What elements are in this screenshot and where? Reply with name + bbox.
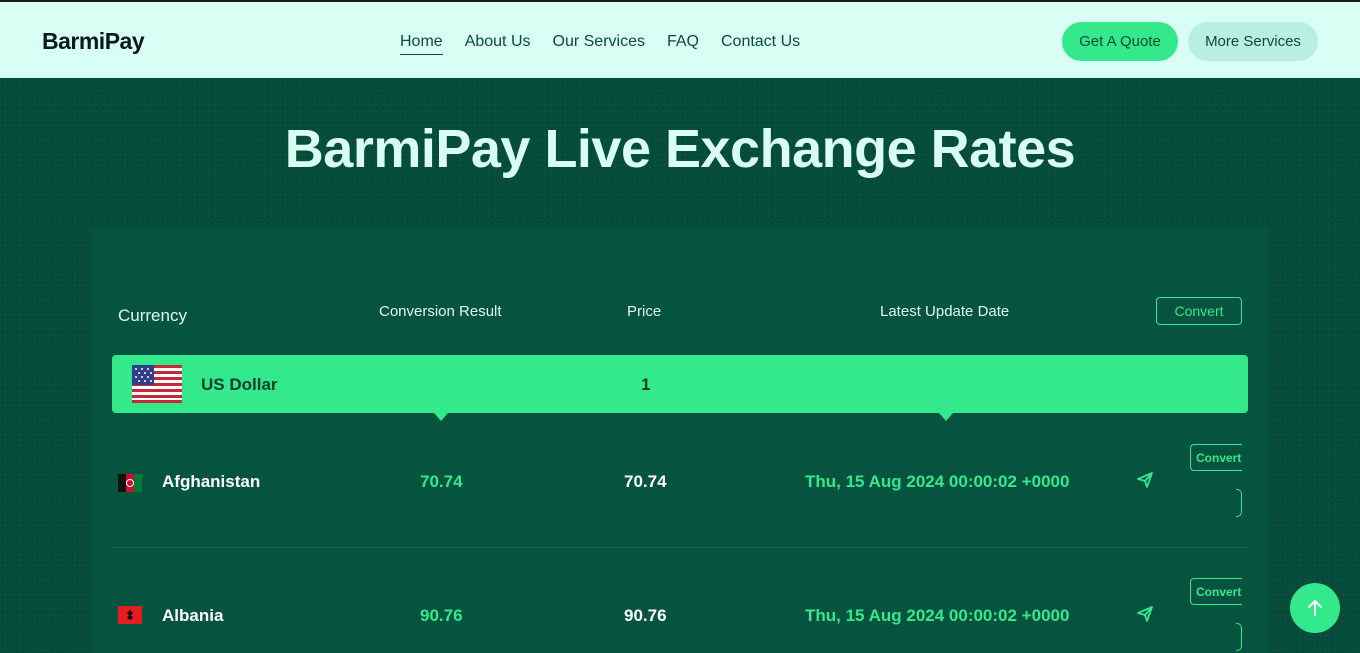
nav-our-services[interactable]: Our Services xyxy=(553,33,645,55)
send-icon[interactable] xyxy=(1136,605,1154,623)
amount-input[interactable] xyxy=(1236,623,1242,651)
base-currency-value: 1 xyxy=(641,375,651,394)
conversion-result: 70.74 xyxy=(420,472,463,491)
base-currency-name: US Dollar xyxy=(201,375,278,394)
afghanistan-flag-icon xyxy=(118,474,142,492)
row-convert-button[interactable]: Convert xyxy=(1190,444,1242,471)
table-row: Albania 90.76 90.76 Thu, 15 Aug 2024 00:… xyxy=(112,548,1248,653)
country-name: Albania xyxy=(162,606,224,625)
logo[interactable]: BarmiPay xyxy=(42,28,145,55)
price: 70.74 xyxy=(624,472,667,491)
header-price: Price xyxy=(627,303,662,320)
site-header: BarmiPay Home About Us Our Services FAQ … xyxy=(0,0,1360,78)
main-nav: Home About Us Our Services FAQ Contact U… xyxy=(400,33,800,55)
country-name: Afghanistan xyxy=(162,472,261,491)
update-date: Thu, 15 Aug 2024 00:00:02 +0000 xyxy=(805,472,1070,491)
header-currency: Currency xyxy=(118,306,187,325)
nav-about-us[interactable]: About Us xyxy=(465,33,531,55)
page-title: BarmiPay Live Exchange Rates xyxy=(284,119,1076,179)
row-convert-button[interactable]: Convert xyxy=(1190,578,1242,605)
nav-home[interactable]: Home xyxy=(400,33,443,55)
more-services-button[interactable]: More Services xyxy=(1188,22,1318,61)
get-a-quote-button[interactable]: Get A Quote xyxy=(1062,22,1178,61)
amount-input[interactable] xyxy=(1236,489,1242,517)
arrow-up-icon xyxy=(1308,600,1322,616)
scroll-to-top-button[interactable] xyxy=(1290,583,1340,633)
update-date: Thu, 15 Aug 2024 00:00:02 +0000 xyxy=(805,606,1070,625)
us-flag-icon xyxy=(132,365,182,403)
exchange-rates-panel: Currency Conversion Result Price Latest … xyxy=(92,226,1268,653)
header-conversion-result: Conversion Result xyxy=(379,303,502,320)
price: 90.76 xyxy=(624,606,667,625)
base-currency-row: US Dollar 1 xyxy=(112,355,1248,421)
albania-flag-icon xyxy=(118,606,142,624)
nav-faq[interactable]: FAQ xyxy=(667,33,699,55)
conversion-result: 90.76 xyxy=(420,606,463,625)
send-icon[interactable] xyxy=(1136,471,1154,489)
table-row: Afghanistan 70.74 70.74 Thu, 15 Aug 2024… xyxy=(112,418,1248,548)
header-latest-update-date: Latest Update Date xyxy=(880,303,1010,320)
nav-contact-us[interactable]: Contact Us xyxy=(721,33,800,55)
header-convert-button[interactable]: Convert xyxy=(1156,297,1242,325)
